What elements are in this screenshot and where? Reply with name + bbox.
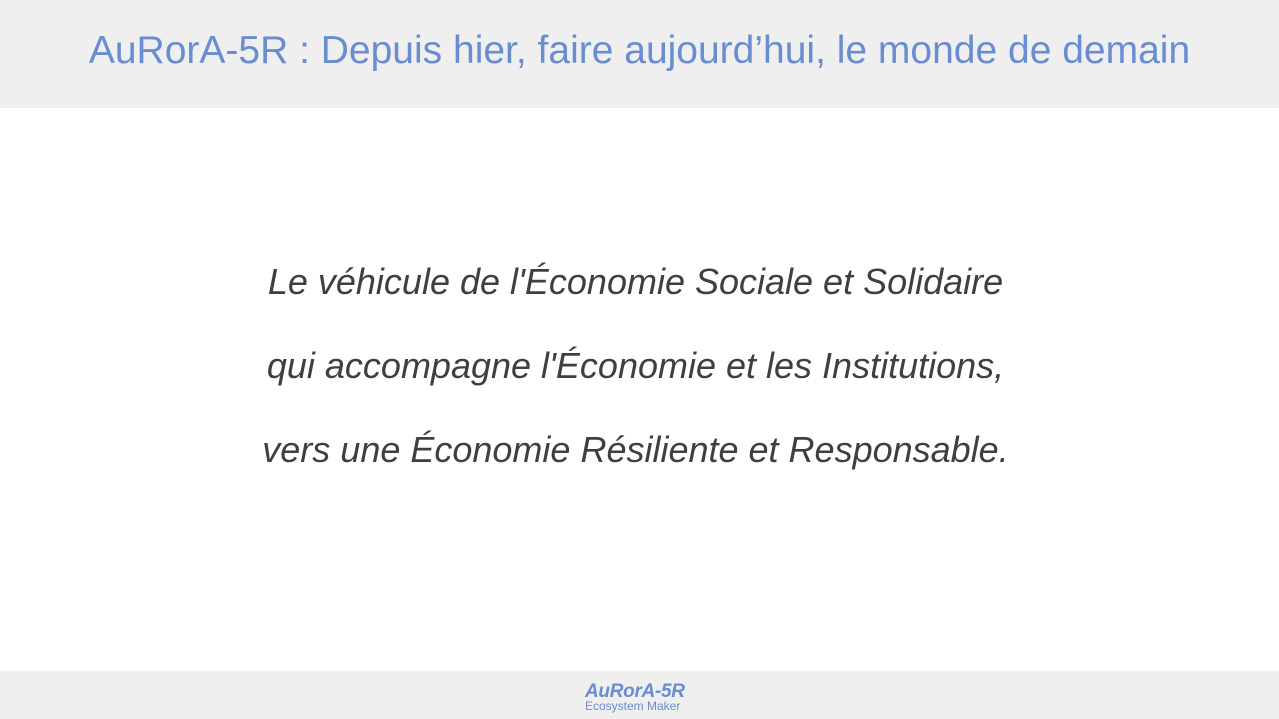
logo-tagline: Ecosystem Maker: [585, 699, 681, 713]
slide-title: AuRorA-5R : Depuis hier, faire aujourd’h…: [88, 29, 1191, 72]
body-line-2: qui accompagne l'Économie et les Institu…: [266, 345, 1005, 386]
footer-logo: AuRorA-5R Ecosystem Maker: [585, 682, 695, 716]
body-line-1: Le véhicule de l'Économie Sociale et Sol…: [267, 261, 1004, 302]
slide-body: Le véhicule de l'Économie Sociale et Sol…: [0, 240, 1279, 492]
slide: AuRorA-5R : Depuis hier, faire aujourd’h…: [0, 0, 1279, 719]
footer-band: AuRorA-5R Ecosystem Maker: [0, 671, 1279, 719]
body-line-3: vers une Économie Résiliente et Responsa…: [262, 429, 1009, 470]
header-band: AuRorA-5R : Depuis hier, faire aujourd’h…: [0, 0, 1279, 108]
